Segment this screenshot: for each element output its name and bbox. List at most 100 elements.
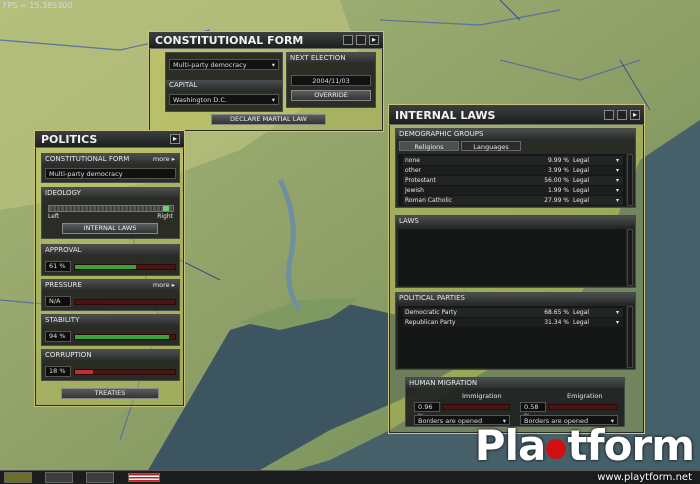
pressure-label: PRESSURE [45,281,82,289]
emigration-bar [548,404,618,410]
chevron-down-icon: ▾ [615,167,619,174]
election-date: 2004/11/03 [291,75,371,86]
chevron-down-icon: ▾ [615,157,619,164]
treaties-button[interactable]: TREATIES [61,388,159,399]
minimize-icon[interactable] [343,35,353,45]
toolbar-button[interactable] [45,472,73,483]
chevron-down-icon: ▾ [615,197,619,204]
close-icon[interactable]: ▸ [630,110,640,120]
religions-scrollbar[interactable] [627,154,633,206]
corruption-bar [74,369,176,375]
approval-section: APPROVAL 61 % [41,244,180,276]
window-title: POLITICS [41,133,98,146]
row-percent: 56.00 % [544,177,569,184]
playtform-logo: Pla tform [474,421,695,470]
capital-select[interactable]: Washington D.C. ▾ [169,94,279,105]
ideology-left-label: Left [48,213,60,220]
stability-bar-fill [75,335,169,339]
chevron-down-icon: ▾ [271,96,275,104]
religion-row[interactable]: other 3.99 % Legal ▾ [403,166,623,175]
bottom-toolbar [0,470,700,484]
row-status-select[interactable]: Legal [573,156,589,165]
declare-martial-law-button[interactable]: DECLARE MARTIAL LAW [211,114,326,125]
ideology-header: IDEOLOGY [42,188,179,198]
maximize-icon[interactable] [356,35,366,45]
row-percent: 1.99 % [548,187,569,194]
row-status-select[interactable]: Legal [573,196,589,205]
religion-row[interactable]: Jewish 1.99 % Legal ▾ [403,186,623,195]
row-percent: 68.65 % [544,309,569,316]
internal-laws-title-bar[interactable]: INTERNAL LAWS ▸ [389,105,644,125]
religions-list: none 9.99 % Legal ▾ other 3.99 % Legal ▾ Protest… [398,154,626,206]
tab-religions[interactable]: Religions [399,141,459,151]
override-button[interactable]: OVERRIDE [291,90,371,101]
demographic-header: DEMOGRAPHIC GROUPS [396,129,635,139]
close-icon[interactable]: ▸ [369,35,379,45]
logo-url: www.playtform.net [597,472,692,483]
logo-dot-icon [546,438,567,459]
constitutional-form-window: CONSTITUTIONAL FORM ▸ Multi-party democr… [148,31,384,132]
maximize-icon[interactable] [617,110,627,120]
chevron-down-icon: ▾ [615,187,619,194]
row-status-select[interactable]: Legal [573,186,589,195]
flag-icon[interactable] [128,473,160,482]
window-title: CONSTITUTIONAL FORM [155,34,304,47]
toolbar-button[interactable] [86,472,114,483]
chevron-down-icon: ▾ [615,319,619,326]
more-link[interactable]: more ▸ [153,280,175,290]
migration-header: HUMAN MIGRATION [406,378,624,388]
approval-bar [74,264,176,270]
chevron-down-icon: ▾ [615,177,619,184]
row-status-select[interactable]: Legal [573,176,589,185]
row-name: Republican Party [405,319,456,326]
row-status-select[interactable]: Legal [573,166,589,175]
ideology-slider-handle[interactable] [163,206,170,211]
parties-section: POLITICAL PARTIES Democratic Party 68.65 … [395,292,636,370]
constitutional-value: Multi-party democracy [45,168,176,179]
next-election-header: NEXT ELECTION [287,53,375,63]
stability-bar [74,334,176,340]
window-title: INTERNAL LAWS [395,109,496,122]
pressure-bar [74,299,176,305]
laws-scrollbar[interactable] [627,229,633,286]
pressure-percent: N/A [45,296,71,307]
row-name: Protestant [405,177,436,184]
chevron-down-icon: ▾ [271,61,275,69]
row-name: Democratic Party [405,309,457,316]
religion-row[interactable]: none 9.99 % Legal ▾ [403,156,623,165]
immigration-label: Immigration [462,392,502,400]
minimize-icon[interactable] [604,110,614,120]
close-icon[interactable]: ▸ [170,134,180,144]
religion-row[interactable]: Roman Catholic 27.99 % Legal ▾ [403,196,623,205]
row-percent: 3.99 % [548,167,569,174]
chevron-down-icon: ▾ [615,309,619,316]
tab-languages[interactable]: Languages [461,141,521,151]
toolbar-button[interactable] [4,472,32,483]
party-row[interactable]: Democratic Party 68.65 % Legal ▾ [403,308,623,317]
party-row[interactable]: Republican Party 31.34 % Legal ▾ [403,318,623,327]
politics-title-bar[interactable]: POLITICS ▸ [35,131,184,148]
row-status-select[interactable]: Legal [573,318,589,327]
row-percent: 27.99 % [544,197,569,204]
demographic-section: DEMOGRAPHIC GROUPS Religions Languages n… [395,128,636,208]
constitutional-title-bar[interactable]: CONSTITUTIONAL FORM ▸ [149,32,383,49]
corruption-section: CORRUPTION 18 % [41,349,180,381]
laws-section: LAWS [395,215,636,288]
more-link[interactable]: more ▸ [153,154,175,164]
internal-laws-window: INTERNAL LAWS ▸ DEMOGRAPHIC GROUPS Relig… [388,104,645,434]
row-status-select[interactable]: Legal [573,308,589,317]
ideology-section: IDEOLOGY Left Right INTERNAL LAWS [41,187,180,239]
ideology-slider[interactable] [48,205,174,212]
internal-laws-button[interactable]: INTERNAL LAWS [62,223,158,234]
parties-scrollbar[interactable] [627,306,633,368]
approval-bar-fill [75,265,136,269]
religion-row[interactable]: Protestant 56.00 % Legal ▾ [403,176,623,185]
approval-percent: 61 % [45,261,71,272]
fps-counter: FPS = 15.385300 [3,1,73,10]
corruption-bar-fill [75,370,93,374]
row-name: none [405,157,420,164]
form-section: Multi-party democracy ▾ CAPITAL Washingto… [165,52,283,112]
row-percent: 9.99 % [548,157,569,164]
pressure-section: PRESSURE more ▸ N/A [41,279,180,311]
form-select[interactable]: Multi-party democracy ▾ [169,59,279,70]
